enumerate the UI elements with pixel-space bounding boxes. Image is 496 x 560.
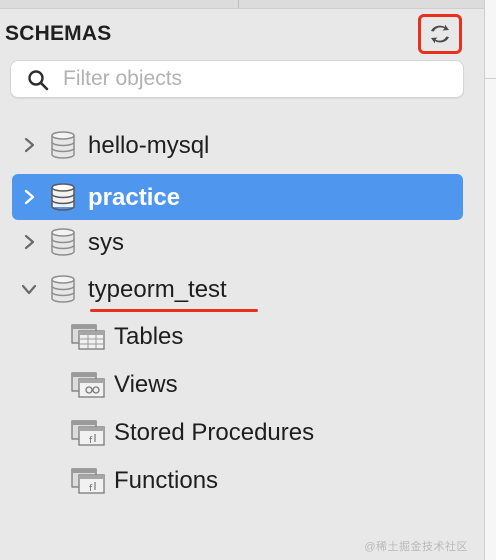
chevron-right-icon[interactable] bbox=[20, 232, 38, 252]
refresh-button[interactable] bbox=[418, 14, 462, 54]
schema-label: typeorm_test bbox=[88, 276, 227, 303]
annotation-underline bbox=[90, 309, 258, 312]
adjacent-pane-edge bbox=[484, 0, 496, 560]
tree-item-tables[interactable]: Tables bbox=[70, 313, 460, 359]
schema-node-hello-mysql[interactable]: hello-mysql bbox=[12, 122, 463, 168]
schemas-panel: SCHEMAS hello-mysql bbox=[0, 0, 484, 560]
chevron-right-icon[interactable] bbox=[20, 187, 38, 207]
tree-item-label: Functions bbox=[114, 467, 219, 494]
schema-node-practice[interactable]: practice bbox=[12, 174, 463, 220]
tree-item-label: Tables bbox=[114, 323, 184, 350]
chevron-down-icon[interactable] bbox=[20, 279, 38, 299]
schemas-header: SCHEMAS bbox=[0, 14, 484, 54]
database-icon bbox=[51, 228, 75, 256]
tree-item-functions[interactable]: f Functions bbox=[70, 457, 460, 503]
schemas-title: SCHEMAS bbox=[5, 22, 112, 45]
tree-item-stored-procedures[interactable]: f Stored Procedures bbox=[70, 409, 460, 455]
database-icon bbox=[51, 131, 75, 159]
schema-label: sys bbox=[88, 229, 124, 256]
schema-label: hello-mysql bbox=[88, 132, 210, 159]
database-icon bbox=[51, 183, 75, 211]
functions-folder-icon: f bbox=[71, 468, 105, 494]
tree-item-views[interactable]: Views bbox=[70, 361, 460, 407]
schema-label: practice bbox=[88, 184, 181, 211]
tree-item-label: Views bbox=[114, 371, 178, 398]
top-divider bbox=[0, 0, 484, 9]
schema-node-typeorm-test[interactable]: typeorm_test bbox=[12, 266, 463, 312]
watermark: @稀土掘金技术社区 bbox=[364, 541, 468, 553]
chevron-right-icon[interactable] bbox=[20, 135, 38, 155]
schema-node-sys[interactable]: sys bbox=[12, 219, 463, 265]
views-folder-icon bbox=[71, 372, 105, 398]
tree-item-label: Stored Procedures bbox=[114, 419, 315, 446]
search-icon bbox=[28, 70, 49, 91]
database-icon bbox=[51, 275, 75, 303]
tables-folder-icon bbox=[71, 324, 105, 350]
refresh-arrows-icon bbox=[431, 24, 449, 44]
filter-objects-input[interactable] bbox=[63, 65, 453, 93]
stored-procedures-folder-icon: f bbox=[71, 420, 105, 446]
filter-objects-search bbox=[10, 60, 464, 98]
